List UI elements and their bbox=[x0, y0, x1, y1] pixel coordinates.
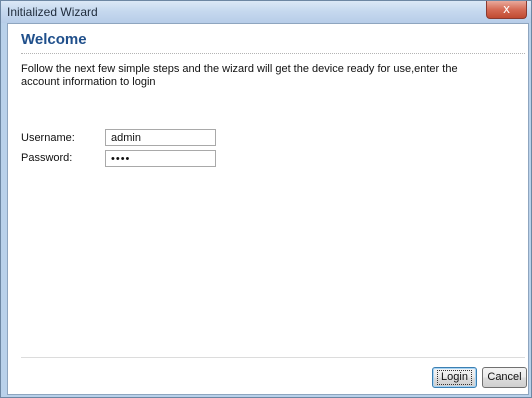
password-field[interactable] bbox=[105, 150, 216, 167]
login-button[interactable]: Login bbox=[432, 367, 477, 388]
username-field[interactable] bbox=[105, 129, 216, 146]
cancel-button[interactable]: Cancel bbox=[482, 367, 527, 388]
password-label: Password: bbox=[21, 152, 73, 164]
close-button[interactable]: x bbox=[486, 1, 527, 19]
heading-divider bbox=[21, 53, 525, 54]
close-icon: x bbox=[502, 2, 511, 16]
title-bar[interactable]: Initialized Wizard x bbox=[1, 1, 531, 23]
page-title: Welcome bbox=[21, 31, 87, 48]
username-label: Username: bbox=[21, 132, 75, 144]
wizard-window: Initialized Wizard x Welcome Follow the … bbox=[0, 0, 532, 398]
login-button-label: Login bbox=[437, 370, 472, 385]
window-title: Initialized Wizard bbox=[7, 5, 98, 19]
footer-divider bbox=[21, 357, 525, 358]
cancel-button-label: Cancel bbox=[487, 371, 522, 383]
wizard-description: Follow the next few simple steps and the… bbox=[21, 63, 458, 88]
